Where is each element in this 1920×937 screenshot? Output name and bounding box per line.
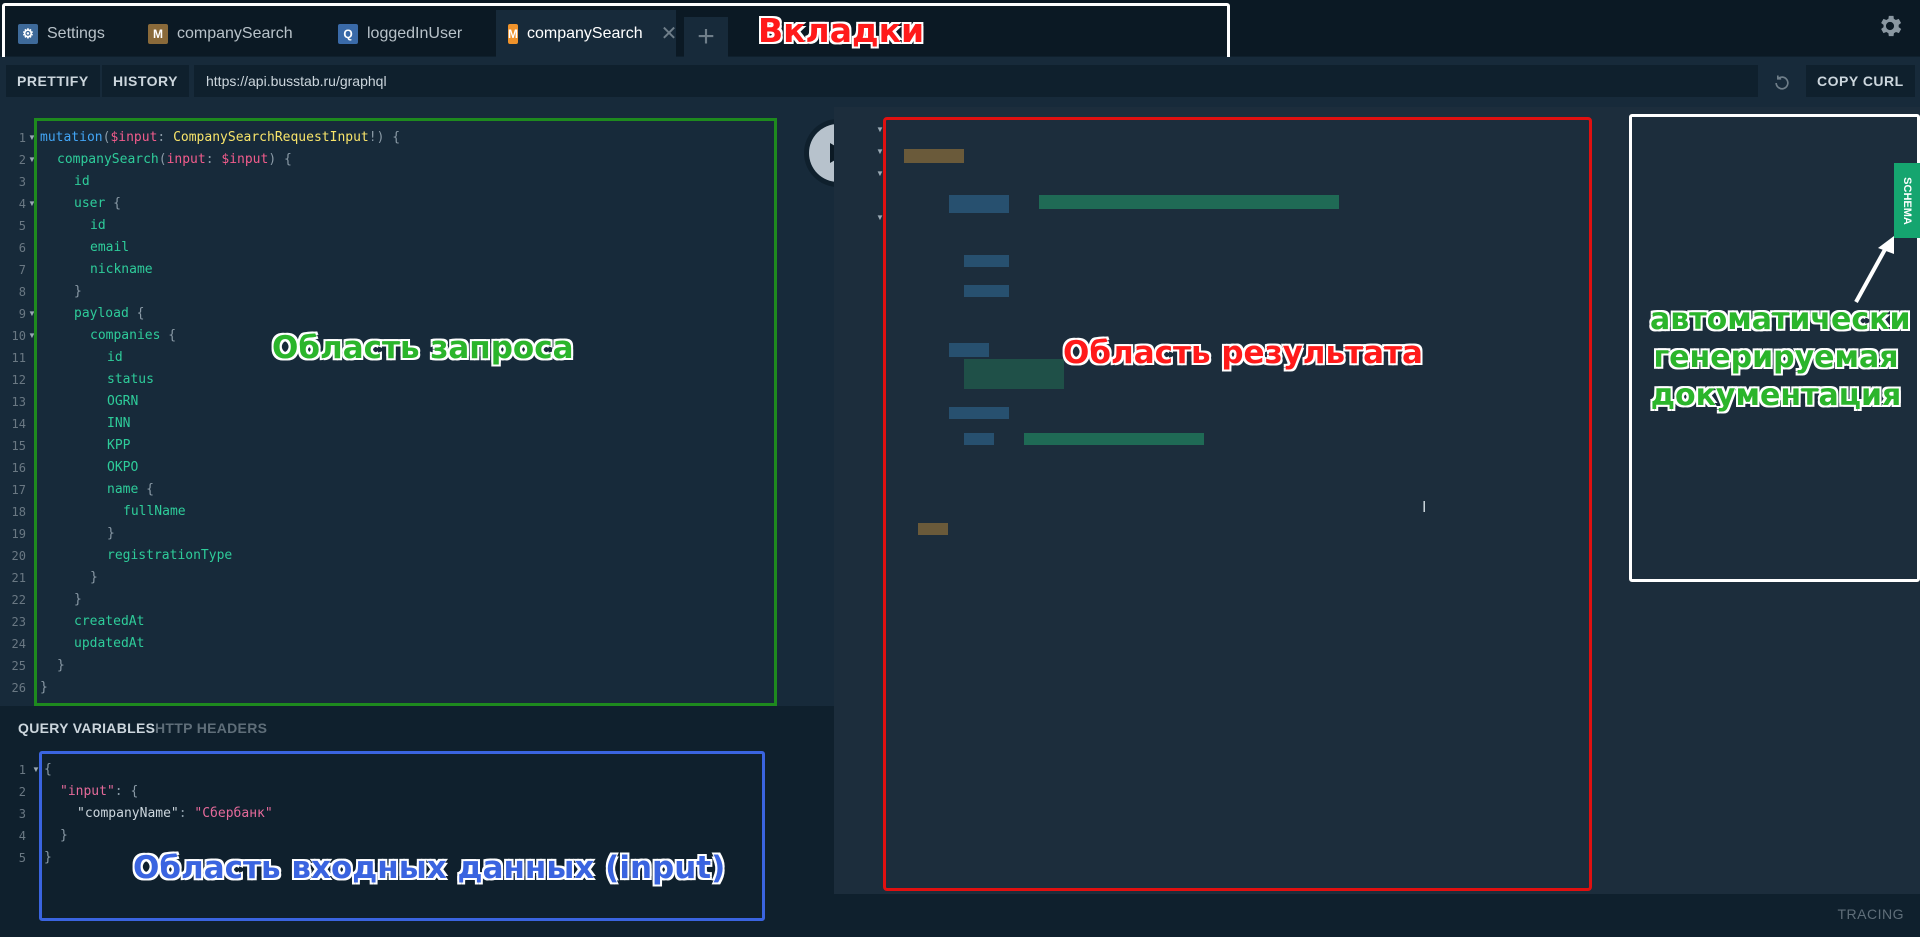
line-number: 21 — [11, 571, 26, 585]
line-number: 26 — [11, 681, 26, 695]
history-button[interactable]: HISTORY — [102, 65, 189, 97]
line-number: 16 — [11, 461, 26, 475]
line-number: 4 — [18, 829, 26, 843]
input-area-annotation-label: Область входных данных (input) — [133, 850, 726, 886]
line-number: 15 — [11, 439, 26, 453]
tracing-button[interactable]: TRACING — [1838, 906, 1905, 922]
line-number: 17 — [11, 483, 26, 497]
line-number: 24 — [11, 637, 26, 651]
input-area-annotation-box — [39, 751, 765, 921]
tabs-annotation-label: Вкладки — [758, 11, 925, 50]
line-number: 12 — [11, 373, 26, 387]
tab-http-headers[interactable]: HTTP HEADERS — [155, 720, 267, 736]
line-number: 1 — [18, 763, 26, 777]
line-number: 4 — [18, 197, 26, 211]
query-area-annotation-label: Область запроса — [272, 330, 574, 366]
result-footer: TRACING — [834, 894, 1920, 937]
settings-gear-icon[interactable] — [1876, 12, 1904, 40]
line-number: 5 — [18, 851, 26, 865]
tab-query-variables[interactable]: QUERY VARIABLES — [18, 720, 155, 736]
line-number: 2 — [18, 785, 26, 799]
line-number: 3 — [18, 807, 26, 821]
query-area-annotation-box — [34, 118, 777, 706]
schema-tab[interactable]: SCHEMA — [1894, 163, 1920, 238]
line-number: 20 — [11, 549, 26, 563]
line-number: 1 — [18, 131, 26, 145]
docs-annotation-line: автоматически — [1650, 302, 1911, 337]
docs-annotation-line: документация — [1650, 378, 1902, 413]
line-number: 7 — [18, 263, 26, 277]
line-number: 3 — [18, 175, 26, 189]
line-number: 19 — [11, 527, 26, 541]
line-number: 13 — [11, 395, 26, 409]
schema-tab-label: SCHEMA — [1901, 176, 1914, 225]
copy-curl-button[interactable]: COPY CURL — [1806, 65, 1915, 97]
line-number: 5 — [18, 219, 26, 233]
line-number: 8 — [18, 285, 26, 299]
endpoint-url-input[interactable] — [194, 65, 1758, 97]
line-number: 22 — [11, 593, 26, 607]
docs-annotation-line: генерируемая — [1653, 340, 1899, 375]
line-number: 25 — [11, 659, 26, 673]
prettify-button[interactable]: PRETTIFY — [6, 65, 100, 97]
line-number: 9 — [18, 307, 26, 321]
result-area-annotation-box — [883, 117, 1592, 891]
toolbar: PRETTIFY HISTORY COPY CURL — [0, 57, 1920, 107]
arrow-icon — [1854, 236, 1894, 303]
line-number: 14 — [11, 417, 26, 431]
line-number: 23 — [11, 615, 26, 629]
reload-icon[interactable] — [1772, 73, 1792, 93]
result-area-annotation-label: Область результата — [1063, 335, 1423, 371]
line-number: 18 — [11, 505, 26, 519]
line-number: 10 — [11, 329, 26, 343]
line-number: 11 — [11, 351, 26, 365]
line-number: 2 — [18, 153, 26, 167]
line-number: 6 — [18, 241, 26, 255]
